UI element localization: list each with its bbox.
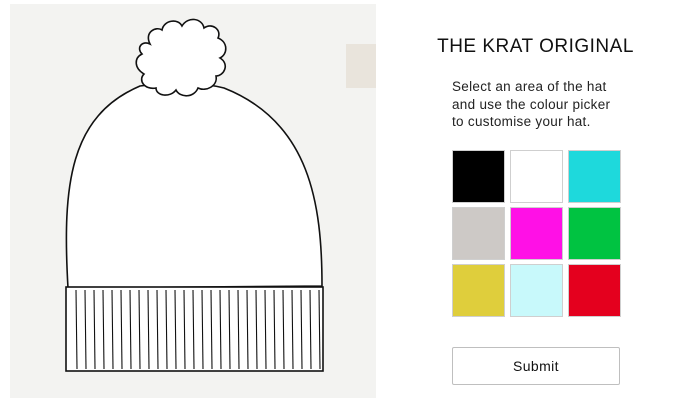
swatch-black[interactable] xyxy=(452,150,505,203)
instructions-text: Select an area of the hat and use the co… xyxy=(452,78,672,131)
instruction-line: and use the colour picker xyxy=(452,96,611,112)
paper-tape xyxy=(346,44,376,88)
swatch-light-cyan[interactable] xyxy=(510,264,563,317)
submit-button[interactable]: Submit xyxy=(452,347,620,385)
swatch-red[interactable] xyxy=(568,264,621,317)
page-title: THE KRAT ORIGINAL xyxy=(437,36,634,57)
colour-picker xyxy=(452,150,621,317)
swatch-yellow[interactable] xyxy=(452,264,505,317)
hat-brim[interactable] xyxy=(65,286,324,372)
hat-drawing xyxy=(10,4,376,398)
hat-canvas[interactable] xyxy=(10,4,376,398)
instruction-line: Select an area of the hat xyxy=(452,79,607,94)
swatch-cyan[interactable] xyxy=(568,150,621,203)
swatch-green[interactable] xyxy=(568,207,621,260)
swatch-grey[interactable] xyxy=(452,207,505,260)
swatch-magenta[interactable] xyxy=(510,207,563,260)
swatch-white[interactable] xyxy=(510,150,563,203)
instruction-line: to customise your hat. xyxy=(452,114,591,129)
